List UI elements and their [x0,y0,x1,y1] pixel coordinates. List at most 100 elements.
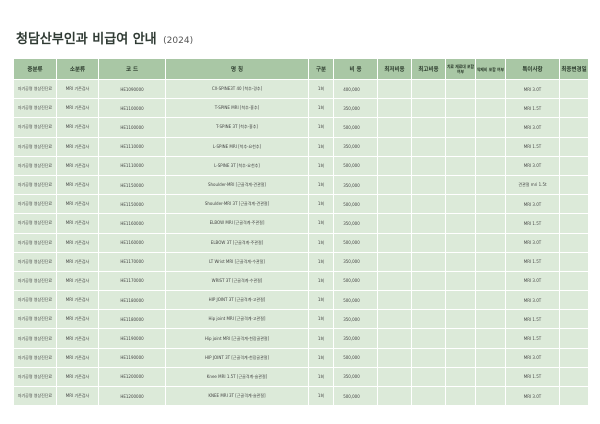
cell-price: 350,000 [333,328,378,349]
cell-material [445,194,476,215]
cell-drug [475,232,506,253]
cell-unit: 1회 [308,309,334,330]
cell-category: 자기공명 영상진단료 [13,251,57,272]
cell-min [377,213,412,234]
cell-note: MRI 3.0T [505,347,560,368]
cell-drug [475,174,506,196]
cell-changed [559,213,589,234]
cell-name: L-SPINE MRI [척추-요천추] [165,136,309,157]
cell-note: MRI 1.5T [505,328,560,349]
cell-material [445,155,476,176]
cell-note: MRI 3.0T [505,232,560,253]
cell-subcategory: MRI 기존검사 [56,290,99,311]
cell-note: MRI 3.0T [505,385,560,407]
cell-material [445,347,476,368]
cell-name: L-SPINE 3T [척추-요천추] [165,155,309,176]
cell-note: MRI 3.0T [505,290,560,311]
cell-max [411,328,446,349]
col-header-note: 특이사항 [505,58,560,80]
cell-name: HIP JOINT 3T [근골격계-고관절] [165,290,309,311]
cell-category: 자기공명 영상진단료 [13,117,57,138]
cell-subcategory: MRI 기존검사 [56,213,99,234]
page-title: 청담산부인과 비급여 안내 (2024) [16,28,193,47]
cell-unit: 1회 [308,270,334,292]
cell-name: LT Wrist MRI [근골격계-수관절] [165,251,309,272]
cell-material [445,251,476,272]
cell-max [411,251,446,272]
cell-category: 자기공명 영상진단료 [13,347,57,368]
cell-min [377,78,412,100]
cell-max [411,78,446,100]
table-row: 자기공명 영상진단료 MRI 기존검사 HE1100000 T-SPINE 3T [척… [13,117,589,138]
table-row: 자기공명 영상진단료 MRI 기존검사 HE1170000 WRIST 3T [근골격… [13,270,589,292]
cell-unit: 1회 [308,251,334,272]
cell-changed [559,136,589,157]
cell-subcategory: MRI 기존검사 [56,385,99,407]
cell-changed [559,98,589,119]
cell-unit: 1회 [308,232,334,253]
cell-code: HE1100000 [98,117,166,138]
cell-drug [475,213,506,234]
cell-code: HE1160000 [98,232,166,253]
cell-drug [475,366,506,388]
cell-price: 350,000 [333,136,378,157]
cell-price: 500,000 [333,385,378,407]
cell-price: 500,000 [333,270,378,292]
col-header-drug: 약제비 포함 여부 [475,58,506,80]
cell-note: MRI 3.0T [505,194,560,215]
cell-changed [559,194,589,215]
cell-material [445,309,476,330]
cell-price: 500,000 [333,194,378,215]
cell-price: 350,000 [333,98,378,119]
cell-material [445,385,476,407]
cell-drug [475,78,506,100]
cell-category: 자기공명 영상진단료 [13,270,57,292]
cell-code: HE1190000 [98,347,166,368]
cell-code: HE1180000 [98,290,166,311]
cell-price: 500,000 [333,117,378,138]
cell-subcategory: MRI 기존검사 [56,174,99,196]
cell-max [411,347,446,368]
col-header-code: 코 드 [98,58,166,80]
col-header-category: 중분류 [13,58,57,80]
cell-max [411,309,446,330]
cell-subcategory: MRI 기존검사 [56,117,99,138]
table-row: 자기공명 영상진단료 MRI 기존검사 HE1180000 HIP JOINT 3T … [13,290,589,311]
cell-material [445,328,476,349]
cell-category: 자기공명 영상진단료 [13,174,57,196]
table-row: 자기공명 영상진단료 MRI 기존검사 HE1200000 KNEE MRI 3T [… [13,385,589,407]
cell-name: T-SPINE 3T [척추-흉추] [165,117,309,138]
cell-category: 자기공명 영상진단료 [13,309,57,330]
cell-subcategory: MRI 기존검사 [56,251,99,272]
cell-name: Shoulder-MRI [근골격계-견관절] [165,174,309,196]
cell-changed [559,385,589,407]
cell-code: HE1160000 [98,213,166,234]
cell-drug [475,117,506,138]
cell-code: HE1170000 [98,251,166,272]
cell-code: HE1200000 [98,366,166,388]
cell-category: 자기공명 영상진단료 [13,194,57,215]
cell-price: 500,000 [333,155,378,176]
cell-price: 350,000 [333,366,378,388]
cell-max [411,117,446,138]
cell-price: 350,000 [333,213,378,234]
cell-category: 자기공명 영상진단료 [13,385,57,407]
cell-code: HE1110000 [98,155,166,176]
cell-material [445,366,476,388]
cell-name: ELBOW 3T [근골격계-주관절] [165,232,309,253]
cell-material [445,174,476,196]
cell-note: MRI 3.0T [505,78,560,100]
cell-code: HE1150000 [98,174,166,196]
cell-min [377,194,412,215]
cell-unit: 1회 [308,213,334,234]
cell-min [377,117,412,138]
cell-material [445,98,476,119]
cell-unit: 1회 [308,136,334,157]
cell-material [445,232,476,253]
cell-min [377,251,412,272]
table-row: 자기공명 영상진단료 MRI 기존검사 HE1190000 Hip joint MRI… [13,328,589,349]
cell-changed [559,117,589,138]
col-header-price: 비 용 [333,58,378,80]
table-body: 자기공명 영상진단료 MRI 기존검사 HE1090000 CX-SPINE3T 40… [13,78,589,407]
cell-code: HE1110000 [98,136,166,157]
